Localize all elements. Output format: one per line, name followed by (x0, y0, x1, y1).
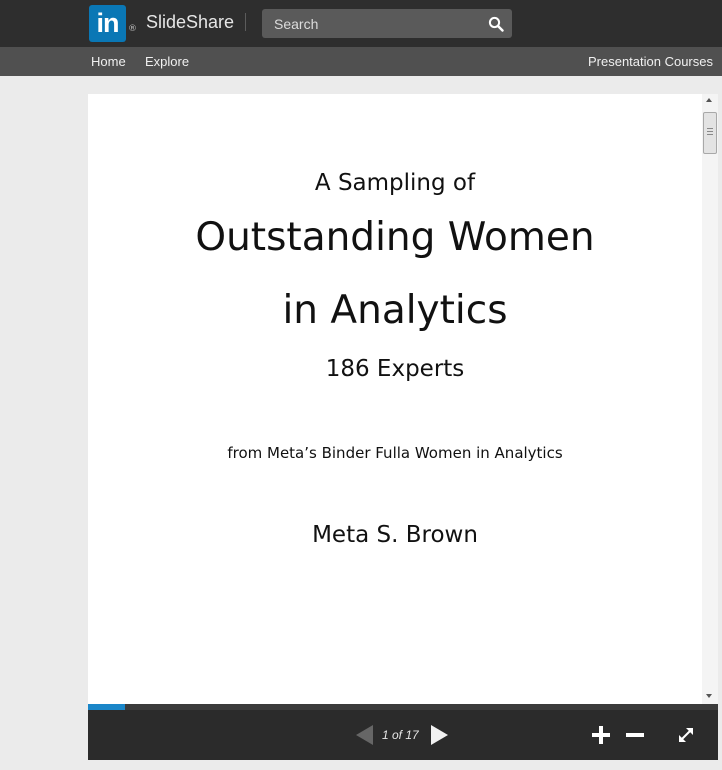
minus-icon[interactable] (625, 725, 645, 745)
nav-home-link[interactable]: Home (91, 54, 126, 69)
search-box (262, 9, 512, 38)
nav-bar: Home Explore Presentation Courses (0, 47, 722, 76)
player-controls: 1 of 17 (88, 710, 718, 760)
chevron-left-icon[interactable] (356, 725, 373, 745)
slide-title-line-2: in Analytics (282, 288, 508, 333)
plus-icon[interactable] (591, 725, 611, 745)
top-header: in ® SlideShare (0, 0, 722, 47)
slide-author: Meta S. Brown (312, 522, 478, 548)
grip-line (707, 128, 713, 129)
grip-line (707, 131, 713, 132)
page-counter: 1 of 17 (382, 728, 419, 742)
slide-viewer: A Sampling of Outstanding Women in Analy… (88, 94, 718, 760)
slide-title-line-1: Outstanding Women (195, 215, 595, 260)
header-divider (245, 13, 246, 31)
chevron-right-icon[interactable] (431, 725, 448, 745)
search-input[interactable] (262, 9, 482, 38)
slide-scrollbar[interactable] (702, 94, 718, 704)
scroll-up-arrow-icon[interactable] (706, 98, 712, 102)
slide-pre-title: A Sampling of (314, 170, 476, 196)
slideshare-brand[interactable]: SlideShare (146, 12, 234, 33)
grip-line (707, 134, 713, 135)
expand-icon[interactable] (677, 726, 695, 744)
slide-page: A Sampling of Outstanding Women in Analy… (88, 94, 702, 704)
slide-source: from Meta’s Binder Fulla Women in Analyt… (227, 444, 563, 462)
registered-mark: ® (128, 24, 137, 34)
scroll-thumb[interactable] (703, 112, 717, 154)
nav-explore-link[interactable]: Explore (145, 54, 189, 69)
slide-experts-count: 186 Experts (325, 356, 465, 382)
scroll-down-arrow-icon[interactable] (706, 694, 712, 698)
nav-presentation-courses-link[interactable]: Presentation Courses (588, 54, 713, 69)
search-icon[interactable] (488, 16, 504, 32)
linkedin-logo[interactable]: in (89, 5, 126, 42)
